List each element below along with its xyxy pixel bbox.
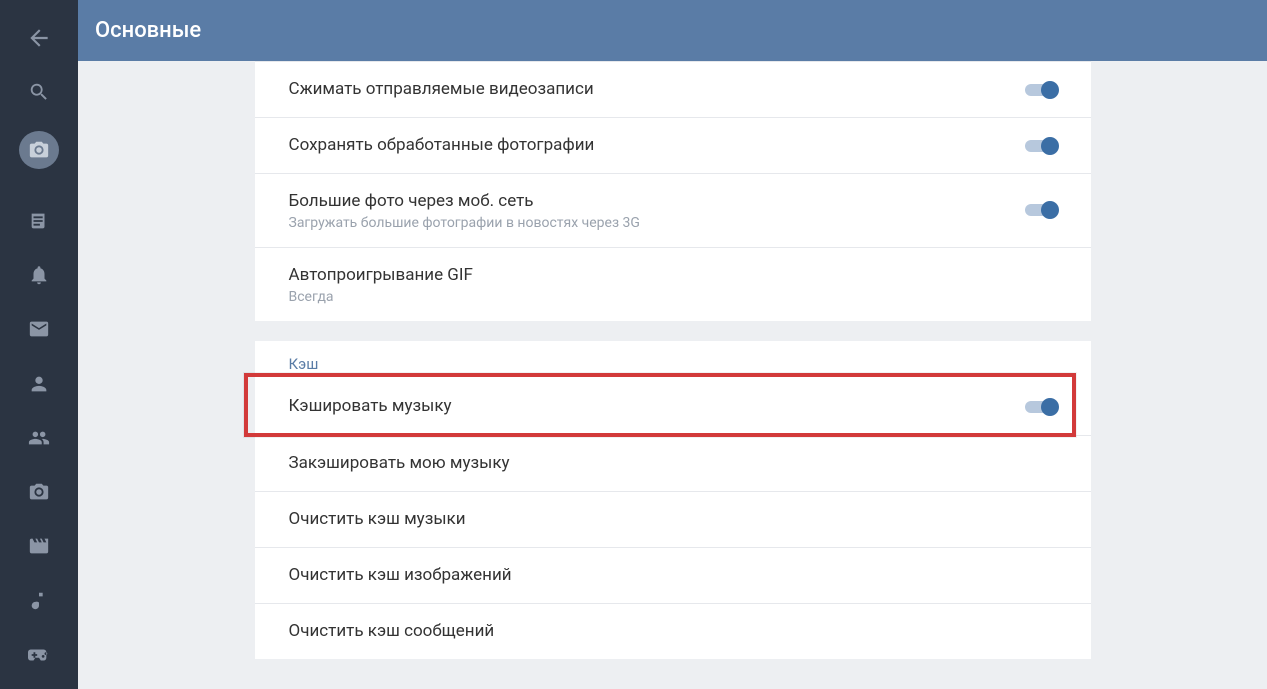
row-title: Очистить кэш музыки [289,508,1057,531]
settings-row-gif-autoplay[interactable]: Автопроигрывание GIF Всегда [255,247,1091,321]
row-subtitle: Всегда [289,289,1057,305]
settings-row-clear-messages-cache[interactable]: Очистить кэш сообщений [255,603,1091,659]
games-icon[interactable] [18,635,60,675]
news-icon[interactable] [18,201,60,241]
profile-icon[interactable] [18,364,60,404]
photos-icon[interactable] [18,472,60,512]
row-title: Сохранять обработанные фотографии [289,134,1023,157]
row-title: Очистить кэш изображений [289,564,1057,587]
row-subtitle: Загружать большие фотографии в новостях … [289,215,1023,231]
settings-section-media: Сжимать отправляемые видеозаписи Сохраня… [255,61,1091,321]
row-title: Большие фото через моб. сеть [289,190,1023,213]
header: Основные [78,0,1267,61]
settings-row-clear-music-cache[interactable]: Очистить кэш музыки [255,491,1091,547]
camera-icon[interactable] [19,131,59,169]
row-title: Закэшировать мою музыку [289,452,1057,475]
row-title: Кэшировать музыку [289,395,1023,418]
settings-row-save-photos[interactable]: Сохранять обработанные фотографии [255,117,1091,173]
toggle-switch[interactable] [1023,136,1057,156]
sidebar [0,0,78,689]
row-title: Автопроигрывание GIF [289,264,1057,287]
section-header-cache: Кэш [255,341,1091,373]
settings-row-clear-image-cache[interactable]: Очистить кэш изображений [255,547,1091,603]
row-title: Сжимать отправляемые видеозаписи [289,78,1023,101]
search-icon[interactable] [18,72,60,112]
row-title: Очистить кэш сообщений [289,620,1057,643]
main: Основные Сжимать отправляемые видеозапис… [78,0,1267,689]
toggle-switch[interactable] [1023,80,1057,100]
settings-row-cache-my-music[interactable]: Закэшировать мою музыку [255,435,1091,491]
settings-section-cache: Кэш Кэшировать музыку Закэшировать мою м… [255,341,1091,659]
notifications-icon[interactable] [18,255,60,295]
back-icon[interactable] [18,18,60,58]
settings-row-cache-music[interactable]: Кэшировать музыку [255,379,1091,435]
music-icon[interactable] [18,581,60,621]
messages-icon[interactable] [18,309,60,349]
groups-icon[interactable] [18,418,60,458]
content: Сжимать отправляемые видеозаписи Сохраня… [78,61,1267,689]
toggle-switch[interactable] [1023,200,1057,220]
page-title: Основные [95,18,201,43]
settings-row-big-photos-mobile[interactable]: Большие фото через моб. сеть Загружать б… [255,173,1091,247]
settings-row-compress-video[interactable]: Сжимать отправляемые видеозаписи [255,61,1091,117]
toggle-switch[interactable] [1023,397,1057,417]
videos-icon[interactable] [18,526,60,566]
